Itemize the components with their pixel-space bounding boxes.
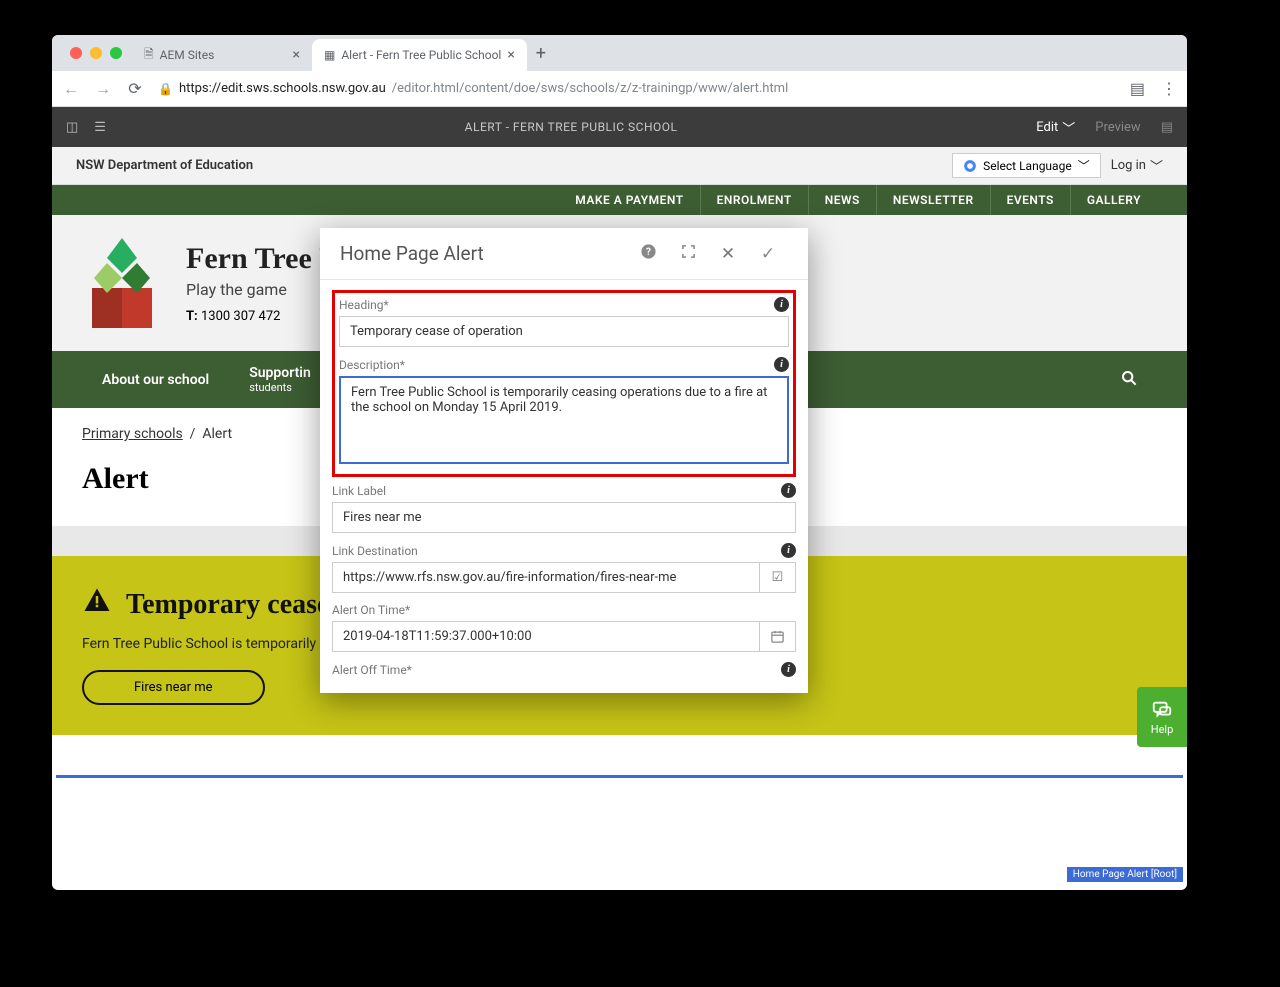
alert-heading: Temporary cease <box>126 589 329 621</box>
tab-alert-page[interactable]: ▦ Alert - Fern Tree Public School × <box>312 39 527 71</box>
tab-strip: 🗎 AEM Sites × ▦ Alert - Fern Tree Public… <box>52 35 1187 71</box>
dialog-title: Home Page Alert <box>340 242 628 265</box>
description-label: Description* <box>339 358 405 372</box>
login-link[interactable]: Log in ﹀ <box>1111 156 1163 175</box>
menu-icon[interactable]: ⋮ <box>1161 79 1177 98</box>
url-path: /editor.html/content/doe/sws/schools/z/z… <box>392 81 788 96</box>
fullscreen-icon[interactable] <box>668 244 708 264</box>
aem-toolbar: ◫ ☰ ALERT - FERN TREE PUBLIC SCHOOL Edit… <box>52 107 1187 147</box>
nav-gallery[interactable]: GALLERY <box>1070 185 1157 215</box>
google-icon <box>963 159 977 173</box>
nav-newsletter[interactable]: NEWSLETTER <box>876 185 990 215</box>
language-selector[interactable]: Select Language ﹀ <box>952 153 1101 178</box>
chevron-down-icon: ﹀ <box>1150 156 1163 175</box>
search-icon[interactable] <box>1101 356 1157 404</box>
link-dest-label: Link Destination <box>332 544 418 558</box>
on-time-input[interactable] <box>332 621 760 652</box>
info-icon[interactable]: i <box>774 357 789 372</box>
nav-payment[interactable]: MAKE A PAYMENT <box>559 185 699 215</box>
info-icon[interactable]: i <box>774 297 789 312</box>
info-icon[interactable]: i <box>781 483 796 498</box>
dept-label: NSW Department of Education <box>76 158 253 173</box>
nav-events[interactable]: EVENTS <box>990 185 1070 215</box>
crumb-current: Alert <box>202 426 232 442</box>
favicon: ▦ <box>324 48 335 62</box>
url-field[interactable]: 🔒 https://edit.sws.schools.nsw.gov.au/ed… <box>158 81 1116 96</box>
nav-about[interactable]: About our school <box>82 358 229 402</box>
nav-supporting[interactable]: Supportin students <box>229 351 331 408</box>
on-time-label: Alert On Time* <box>332 603 410 617</box>
dialog-header: Home Page Alert ? ✕ ✓ <box>320 228 808 280</box>
school-logo <box>82 233 162 333</box>
chevron-down-icon: ﹀ <box>1062 118 1075 137</box>
settings-icon[interactable]: ☰ <box>94 120 106 135</box>
lock-icon: 🔒 <box>158 82 173 96</box>
close-icon[interactable]: ✕ <box>708 244 748 264</box>
svg-text:?: ? <box>646 247 651 258</box>
warning-icon <box>82 586 112 624</box>
heading-label: Heading* <box>339 298 389 312</box>
home-page-alert-dialog: Home Page Alert ? ✕ ✓ Heading* i Descript… <box>320 228 808 693</box>
info-icon[interactable]: i <box>781 543 796 558</box>
reload-button[interactable]: ⟳ <box>126 79 144 98</box>
aem-page-title: ALERT - FERN TREE PUBLIC SCHOOL <box>106 120 1036 134</box>
description-textarea[interactable]: Fern Tree Public School is temporarily c… <box>339 376 789 464</box>
off-time-label: Alert Off Time* <box>332 663 412 677</box>
page-properties-icon[interactable]: ▤ <box>1161 120 1173 135</box>
profile-icon[interactable]: ▤ <box>1130 79 1145 98</box>
link-label-input[interactable] <box>332 502 796 533</box>
nav-enrolment[interactable]: ENROLMENT <box>700 185 808 215</box>
close-window-button[interactable] <box>70 47 82 59</box>
tab-aem-sites[interactable]: 🗎 AEM Sites × <box>132 39 312 71</box>
link-label-label: Link Label <box>332 484 386 498</box>
url-host: https://edit.sws.schools.nsw.gov.au <box>179 81 386 96</box>
heading-input[interactable] <box>339 316 789 347</box>
confirm-icon[interactable]: ✓ <box>748 244 788 264</box>
alert-link-button[interactable]: Fires near me <box>82 670 265 705</box>
link-dest-input[interactable] <box>332 562 760 593</box>
site-top-header: NSW Department of Education Select Langu… <box>52 147 1187 185</box>
back-button[interactable]: ← <box>62 79 80 99</box>
side-panel-icon[interactable]: ◫ <box>66 120 78 135</box>
calendar-icon[interactable] <box>760 621 796 652</box>
open-selection-dialog-icon[interactable]: ☑ <box>760 562 796 593</box>
address-bar: ← → ⟳ 🔒 https://edit.sws.schools.nsw.gov… <box>52 71 1187 107</box>
utility-nav: MAKE A PAYMENT ENROLMENT NEWS NEWSLETTER… <box>52 185 1187 215</box>
new-tab-button[interactable]: + <box>527 43 555 64</box>
tab-title: AEM Sites <box>160 48 215 62</box>
nav-news[interactable]: NEWS <box>808 185 876 215</box>
help-icon[interactable]: ? <box>628 243 668 265</box>
page-icon: 🗎 <box>144 45 154 66</box>
tab-title: Alert - Fern Tree Public School <box>341 48 501 62</box>
chat-icon <box>1151 699 1173 721</box>
close-tab-icon[interactable]: × <box>293 47 300 63</box>
forward-button[interactable]: → <box>94 79 112 99</box>
maximize-window-button[interactable] <box>110 47 122 59</box>
edit-mode-button[interactable]: Edit ﹀ <box>1036 118 1075 137</box>
preview-button[interactable]: Preview <box>1095 120 1140 135</box>
component-root-label[interactable]: Home Page Alert [Root] <box>1067 867 1183 882</box>
info-icon[interactable]: i <box>781 662 796 677</box>
close-tab-icon[interactable]: × <box>507 47 514 63</box>
highlighted-fields: Heading* i Description* i Fern Tree Public… <box>332 290 796 477</box>
chevron-down-icon: ﹀ <box>1078 157 1090 174</box>
window-controls <box>60 47 132 59</box>
selection-rail <box>56 775 1183 778</box>
crumb-root[interactable]: Primary schools <box>82 426 183 442</box>
help-tab[interactable]: Help <box>1137 687 1187 747</box>
minimize-window-button[interactable] <box>90 47 102 59</box>
